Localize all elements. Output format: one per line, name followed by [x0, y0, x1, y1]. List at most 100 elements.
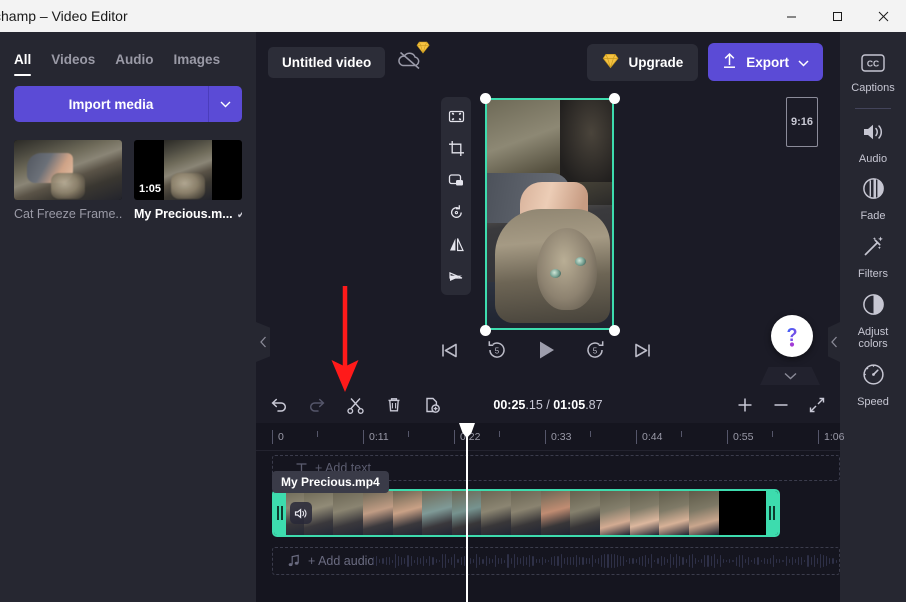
- forward-5s-button[interactable]: 5: [584, 339, 606, 361]
- sidebar-label-fade: Fade: [860, 210, 886, 223]
- zoom-out-button[interactable]: [772, 396, 790, 414]
- fade-icon: [862, 177, 885, 205]
- resize-handle-bottom-left[interactable]: [480, 325, 491, 336]
- collapse-timeline-button[interactable]: [760, 367, 820, 385]
- sidebar-label-adjust-colors: Adjust colors: [857, 325, 889, 351]
- resize-handle-top-left[interactable]: [480, 93, 491, 104]
- ruler-tick: 0: [272, 430, 284, 444]
- add-audio-track[interactable]: + Add audio: [272, 547, 840, 575]
- skip-to-end-button[interactable]: [632, 340, 653, 361]
- media-duration-badge: 1:05: [139, 183, 162, 195]
- tab-videos[interactable]: Videos: [51, 52, 95, 76]
- play-button[interactable]: [534, 338, 558, 362]
- gem-icon: [416, 41, 430, 59]
- aspect-ratio-badge: 9:16: [786, 97, 818, 147]
- timeline-clip-my-precious[interactable]: [272, 489, 780, 537]
- sidebar-label-captions: Captions: [851, 82, 895, 94]
- zoom-in-button[interactable]: [736, 396, 754, 414]
- media-tabs: All Videos Audio Images: [0, 32, 256, 76]
- clip-trim-handle-left[interactable]: [274, 491, 286, 535]
- project-title[interactable]: Untitled video: [268, 46, 386, 78]
- media-item-my-precious[interactable]: 1:05 My Precious.m... ✓: [134, 140, 242, 221]
- sidebar-label-speed: Speed: [857, 395, 889, 408]
- timeline-toolbar: 00:25.15 / 01:05.87: [256, 387, 840, 423]
- speedometer-icon: [862, 363, 885, 391]
- magic-wand-icon: [862, 235, 885, 263]
- speaker-icon: [294, 507, 307, 519]
- current-time: 00:25: [493, 398, 526, 412]
- undo-button[interactable]: [270, 396, 288, 414]
- upgrade-button[interactable]: Upgrade: [587, 43, 699, 81]
- timeline-zoom-controls: [736, 396, 826, 414]
- timeline-panel: 00:25.15 / 01:05.87 0 0:11 0:22 0:33 0:4…: [256, 387, 844, 602]
- tab-all[interactable]: All: [14, 52, 32, 76]
- project-toolbar: Untitled video Upgrade Export: [256, 32, 835, 92]
- split-button[interactable]: [346, 396, 365, 415]
- sidebar-label-audio: Audio: [858, 152, 888, 165]
- rotate-icon[interactable]: [443, 199, 469, 225]
- collapse-left-panel-button[interactable]: [256, 322, 270, 362]
- picture-in-picture-icon[interactable]: [443, 167, 469, 193]
- clip-volume-button[interactable]: [290, 502, 312, 524]
- export-button[interactable]: Export: [708, 43, 823, 81]
- ruler-tick: 0:44: [636, 430, 662, 444]
- media-grid: Cat Freeze Frame.... 1:05 My Precious.m.…: [0, 122, 256, 221]
- video-preview[interactable]: [485, 98, 614, 330]
- svg-text:?: ?: [787, 325, 798, 345]
- cloud-sync-button[interactable]: [397, 41, 430, 76]
- media-item-cat-freeze-frame[interactable]: Cat Freeze Frame....: [14, 140, 122, 221]
- check-icon: ✓: [236, 208, 242, 221]
- flip-vertical-icon[interactable]: [443, 263, 469, 289]
- total-time: 01:05: [553, 398, 586, 412]
- fit-to-frame-icon[interactable]: [443, 103, 469, 129]
- fit-timeline-button[interactable]: [808, 396, 826, 414]
- clip-filmstrip: [274, 491, 778, 535]
- rewind-5s-button[interactable]: 5: [486, 339, 508, 361]
- sidebar-item-fade[interactable]: Fade: [842, 169, 904, 227]
- resize-handle-top-right[interactable]: [609, 93, 620, 104]
- timeline-ruler[interactable]: 0 0:11 0:22 0:33 0:44 0:55 1:06: [256, 423, 844, 451]
- current-time-frames: .15: [525, 398, 543, 412]
- sidebar-item-speed[interactable]: Speed: [842, 355, 904, 413]
- playback-controls: 5 5: [256, 338, 835, 362]
- import-media-button[interactable]: Import media: [14, 86, 208, 122]
- clip-trim-handle-right[interactable]: [766, 491, 778, 535]
- add-frame-button[interactable]: [423, 396, 441, 414]
- chevron-left-icon: [830, 336, 837, 348]
- contrast-icon: [862, 293, 885, 321]
- speaker-icon: [861, 121, 886, 148]
- media-thumbnail: 1:05: [134, 140, 242, 200]
- ruler-minor-tick: [408, 431, 409, 437]
- skip-to-start-button[interactable]: [439, 340, 460, 361]
- maximize-button[interactable]: [814, 0, 860, 32]
- audio-waveform: [373, 548, 839, 574]
- tools-sidebar: CC Captions Audio Fade Filters Adjust co…: [840, 32, 906, 602]
- media-thumbnail: [14, 140, 122, 200]
- tab-images[interactable]: Images: [174, 52, 221, 76]
- sidebar-item-adjust-colors[interactable]: Adjust colors: [842, 285, 904, 355]
- sidebar-item-filters[interactable]: Filters: [842, 227, 904, 285]
- chevron-down-icon: [220, 101, 231, 107]
- import-media-dropdown-button[interactable]: [208, 86, 242, 122]
- sidebar-item-captions[interactable]: CC Captions: [842, 46, 904, 99]
- svg-text:5: 5: [494, 347, 499, 356]
- ruler-minor-tick: [590, 431, 591, 437]
- ruler-tick: 0:55: [727, 430, 753, 444]
- collapse-right-panel-button[interactable]: [828, 322, 840, 362]
- close-button[interactable]: [860, 0, 906, 32]
- redo-button[interactable]: [308, 396, 326, 414]
- playhead-line: [466, 423, 468, 602]
- media-item-label-wrapper: My Precious.m... ✓: [134, 207, 242, 221]
- sidebar-item-audio[interactable]: Audio: [842, 113, 904, 170]
- resize-handle-bottom-right[interactable]: [609, 325, 620, 336]
- tab-audio[interactable]: Audio: [115, 52, 153, 76]
- crop-icon[interactable]: [443, 135, 469, 161]
- question-mark-icon: ?: [787, 325, 798, 347]
- help-button[interactable]: ?: [771, 315, 813, 357]
- delete-button[interactable]: [385, 396, 403, 414]
- minimize-button[interactable]: [768, 0, 814, 32]
- upgrade-label: Upgrade: [628, 54, 684, 70]
- svg-text:CC: CC: [867, 59, 879, 69]
- flip-horizontal-icon[interactable]: [443, 231, 469, 257]
- timeline-tracks: + Add text My Precious.mp4 + Add audio: [256, 451, 840, 602]
